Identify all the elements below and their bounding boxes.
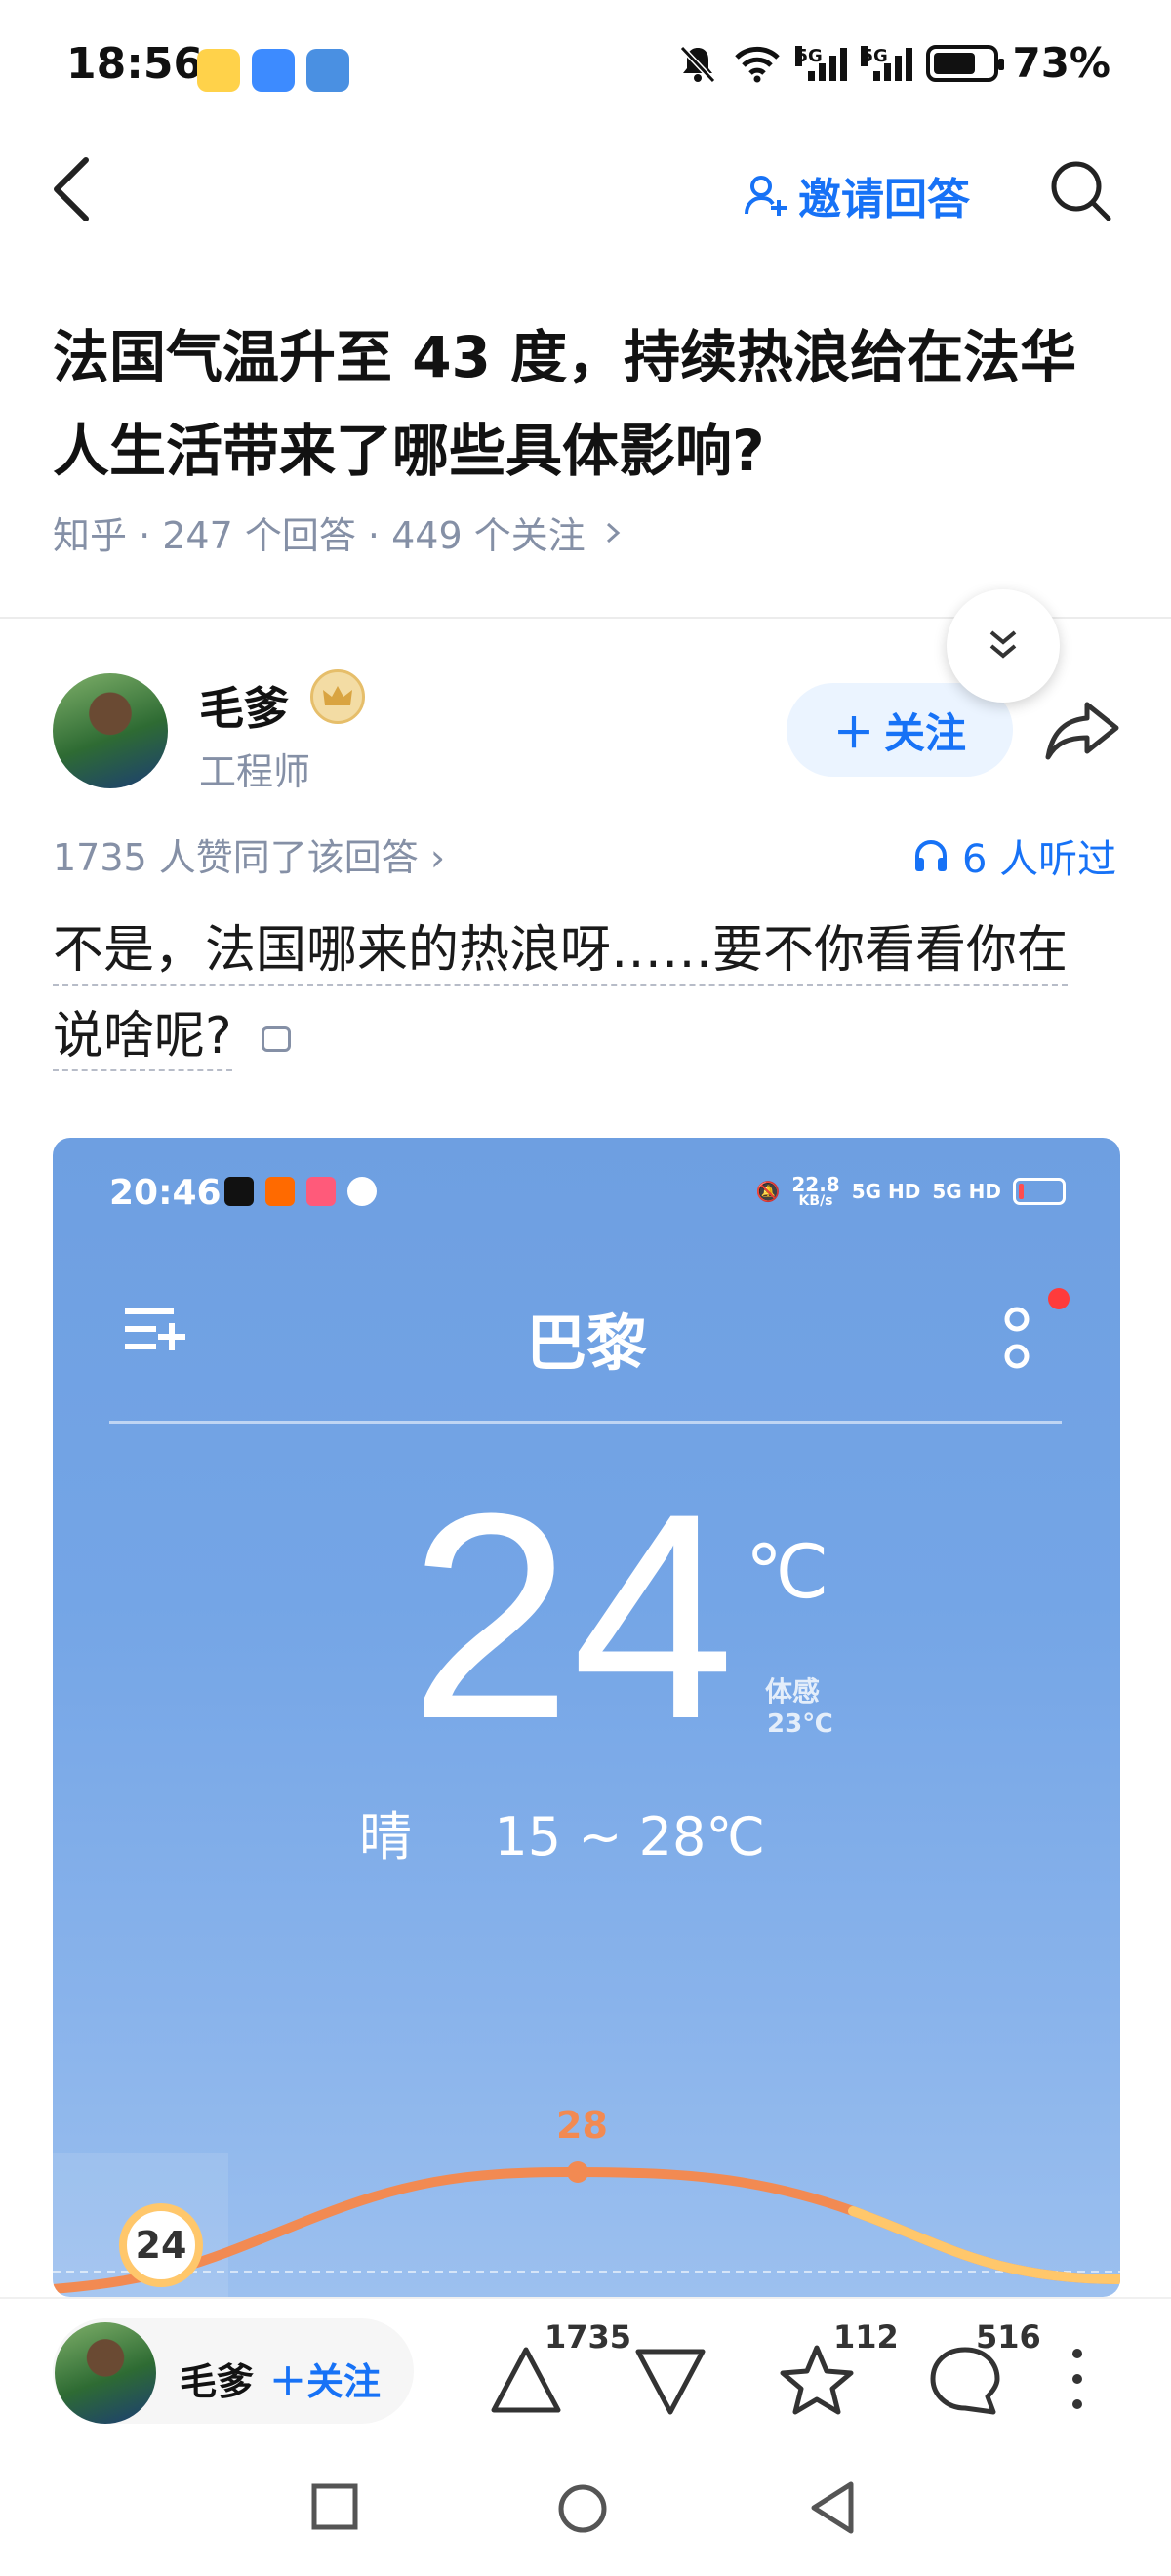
answer-line-2: 说啥呢? [53,1007,232,1071]
image-current-temp-chip: 24 [119,2203,203,2287]
back-icon[interactable] [47,154,96,224]
inline-comment-icon[interactable] [262,1026,292,1052]
bottom-follow-label: 关注 [306,2360,382,2403]
image-temp-range: 15 ~ 28℃ [494,1806,765,1868]
chevron-right-icon: › [429,836,446,879]
image-divider [109,1421,1062,1424]
question-meta[interactable]: 知乎 · 247 个回答 · 449 个关注 [53,505,626,559]
headphones-icon [915,840,947,871]
plus-icon: ＋ [832,708,874,757]
image-net-1: 5G HD [851,1180,921,1203]
home-icon[interactable] [556,2482,609,2535]
image-temperature: 24 [409,1452,735,1780]
image-temperature-curve [53,2153,1120,2297]
invite-answer-label: 邀请回答 [798,175,970,224]
collapse-button[interactable] [947,589,1060,703]
author-name[interactable]: 毛爹 [199,673,289,738]
follow-label: 关注 [884,708,967,757]
image-speed: 22.8 KB/s [791,1173,840,1209]
image-feels-label: 体感 [765,1675,821,1708]
chevron-right-icon [606,522,620,543]
downvote-icon[interactable] [628,2338,712,2422]
comment-count: 516 [976,2318,1041,2355]
answer-line-1: 不是，法国哪来的热浪呀……要不你看看你在 [53,921,1069,986]
listen-info[interactable]: 6 人听过 [911,827,1116,884]
image-battery-icon [1013,1178,1066,1205]
image-mute-icon: 🔕 [755,1180,781,1203]
signal-1-icon: 5G [795,45,848,81]
upvote-info-text: 1735 人赞同了该回答 [53,836,419,879]
recent-apps-icon[interactable] [310,2482,359,2531]
more-vertical-icon[interactable] [1066,2344,1089,2414]
image-net-2: 5G HD [932,1180,1001,1203]
mute-icon [680,45,716,83]
upvote-info[interactable]: 1735 人赞同了该回答 › [53,827,445,881]
status-indicators: 5G 5G 73% [676,39,1110,87]
status-time: 18:56 [66,39,204,89]
nav-back-icon[interactable] [808,2480,857,2535]
bottom-author-avatar[interactable] [55,2322,156,2424]
chat-icon [252,49,295,92]
signal-2-icon: 5G [861,45,913,81]
wifi-icon [735,46,781,82]
invite-answer-button[interactable]: 邀请回答 [744,164,970,226]
question-title[interactable]: 法国气温升至 43 度，持续热浪给在法华人生活带来了哪些具体影响? [53,310,1126,498]
image-city-name: 巴黎 [525,1308,647,1379]
bottom-author-name: 毛爹 [180,2360,255,2403]
cloud-icon [347,1177,377,1206]
plus-icon: ＋ [269,2360,307,2403]
favorite-count: 112 [833,2318,899,2355]
answer-text[interactable]: 不是，法国哪来的热浪呀……要不你看看你在 说啥呢? [53,907,1126,1079]
taobao-icon [265,1177,295,1206]
image-weather-text: 晴 [359,1806,412,1868]
image-condition: 晴 15 ~ 28℃ [53,1793,1120,1871]
image-feels-value: 23℃ [767,1710,833,1739]
crown-badge-icon [310,669,365,724]
answer-image[interactable]: 20:46 🔕 22.8 KB/s 5G HD 5G HD 巴黎 24 ℃ 体感… [53,1138,1120,2297]
search-icon[interactable] [1048,158,1112,222]
invite-user-icon [745,176,787,216]
author-title: 工程师 [199,750,311,793]
battery-percent: 73% [1012,39,1110,87]
security-icon [306,49,349,92]
upvote-count: 1735 [545,2318,632,2355]
share-icon[interactable] [1044,699,1122,761]
question-meta-text: 知乎 · 247 个回答 · 449 个关注 [53,514,586,557]
image-status-time: 20:46 [109,1173,222,1213]
image-status-indicators: 🔕 22.8 KB/s 5G HD 5G HD [755,1175,1066,1208]
app-icon [306,1177,336,1206]
double-chevron-down-icon [989,630,1017,659]
image-temp-unit: ℃ [746,1528,829,1615]
notification-dot [1048,1288,1070,1309]
author-avatar[interactable] [53,673,168,788]
battery-icon [926,44,1005,82]
weibo-icon [197,49,240,92]
more-options-icon [1004,1307,1030,1369]
listen-info-text: 6 人听过 [962,837,1117,882]
image-app-icons [224,1177,377,1206]
tiktok-icon [224,1177,254,1206]
bottom-follow-button[interactable]: ＋关注 [269,2352,381,2405]
